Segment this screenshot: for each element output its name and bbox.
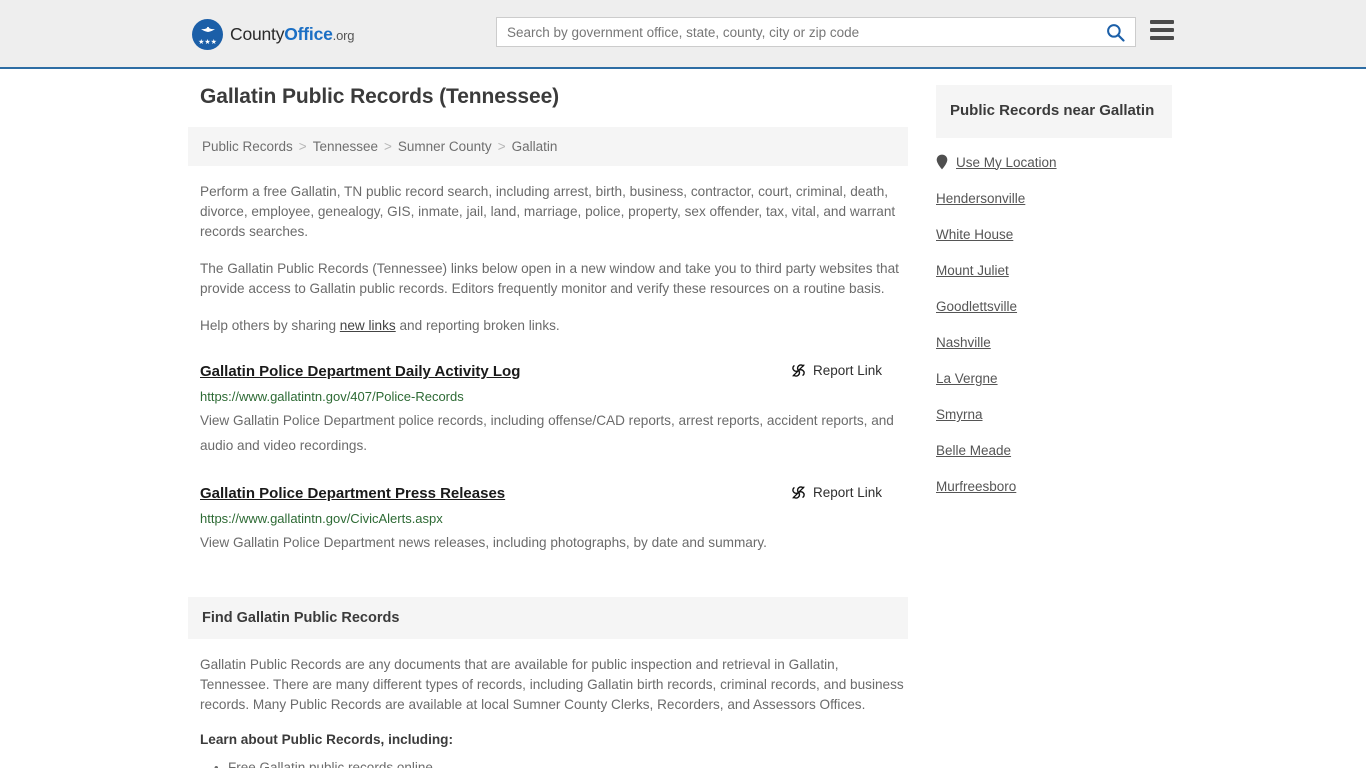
- sidebar-link[interactable]: La Vergne: [936, 371, 998, 386]
- result-description: View Gallatin Police Department police r…: [200, 413, 894, 453]
- search-button[interactable]: [1095, 18, 1135, 46]
- breadcrumb-item-public-records[interactable]: Public Records: [202, 139, 293, 154]
- hamburger-menu-icon[interactable]: [1150, 20, 1174, 40]
- new-links-link[interactable]: new links: [340, 318, 396, 333]
- report-link-label: Report Link: [812, 485, 882, 500]
- map-pin-icon: [936, 154, 948, 170]
- sidebar-link[interactable]: Goodlettsville: [936, 299, 1017, 314]
- list-item[interactable]: Free Gallatin public records online: [214, 757, 908, 768]
- sidebar-item-use-my-location[interactable]: Use My Location: [936, 154, 1172, 170]
- sidebar-item-goodlettsville[interactable]: Goodlettsville: [936, 299, 1172, 314]
- site-logo[interactable]: ★★★ CountyOffice.org: [192, 19, 354, 50]
- logo-office-text: Office: [284, 24, 333, 44]
- sidebar-link[interactable]: Hendersonville: [936, 191, 1025, 206]
- search-icon: [1106, 23, 1125, 42]
- site-header: ★★★ CountyOffice.org: [0, 0, 1366, 69]
- sidebar-item-hendersonville[interactable]: Hendersonville: [936, 191, 1172, 206]
- logo-county-text: County: [230, 24, 285, 44]
- sidebar-use-my-location-label[interactable]: Use My Location: [956, 155, 1057, 170]
- breadcrumb-item-tennessee[interactable]: Tennessee: [313, 139, 378, 154]
- result-description: View Gallatin Police Department news rel…: [200, 535, 767, 550]
- sidebar-item-la-vergne[interactable]: La Vergne: [936, 371, 1172, 386]
- page-title: Gallatin Public Records (Tennessee): [200, 85, 560, 108]
- result-title-link[interactable]: Gallatin Police Department Daily Activit…: [200, 362, 520, 382]
- stars-decoration: ★★★: [198, 39, 217, 46]
- result-header: Gallatin Police Department Daily Activit…: [200, 362, 908, 382]
- sidebar-nearby-list: Use My Location Hendersonville White Hou…: [936, 154, 1172, 495]
- sidebar-link[interactable]: White House: [936, 227, 1013, 242]
- sidebar-link[interactable]: Mount Juliet: [936, 263, 1009, 278]
- result-item: Gallatin Police Department Press Release…: [200, 484, 908, 555]
- breadcrumb-separator: >: [298, 139, 307, 154]
- find-records-body: Gallatin Public Records are any document…: [200, 657, 904, 712]
- sidebar-link[interactable]: Murfreesboro: [936, 479, 1016, 494]
- search-bar[interactable]: [496, 17, 1136, 47]
- result-url: https://www.gallatintn.gov/407/Police-Re…: [200, 389, 464, 404]
- search-input[interactable]: [497, 18, 1095, 46]
- find-records-heading: Find Gallatin Public Records: [188, 597, 908, 639]
- hamburger-bar: [1150, 28, 1174, 32]
- learn-about-heading: Learn about Public Records, including:: [200, 732, 454, 747]
- intro-paragraph-1: Perform a free Gallatin, TN public recor…: [200, 184, 896, 239]
- sidebar: Public Records near Gallatin Use My Loca…: [936, 85, 1172, 768]
- breadcrumb-separator: >: [384, 139, 392, 154]
- sidebar-item-belle-meade[interactable]: Belle Meade: [936, 443, 1172, 458]
- help-suffix-text: and reporting broken links.: [395, 318, 560, 333]
- result-header: Gallatin Police Department Press Release…: [200, 484, 908, 504]
- broken-link-icon: [792, 486, 805, 499]
- content-container: Gallatin Public Records (Tennessee) Publ…: [188, 85, 1178, 768]
- sidebar-item-white-house[interactable]: White House: [936, 227, 1172, 242]
- result-url: https://www.gallatintn.gov/CivicAlerts.a…: [200, 511, 443, 526]
- sidebar-item-smyrna[interactable]: Smyrna: [936, 407, 1172, 422]
- eagle-seal-icon: ★★★: [192, 19, 223, 50]
- result-item: Gallatin Police Department Daily Activit…: [200, 362, 908, 458]
- broken-link-icon: [792, 364, 805, 377]
- logo-org-text: .org: [332, 28, 355, 43]
- help-others-paragraph: Help others by sharing new links and rep…: [200, 316, 908, 336]
- sidebar-item-mount-juliet[interactable]: Mount Juliet: [936, 263, 1172, 278]
- sidebar-heading: Public Records near Gallatin: [936, 85, 1172, 138]
- breadcrumb-item-sumner-county[interactable]: Sumner County: [398, 139, 492, 154]
- hamburger-bar: [1150, 20, 1174, 24]
- breadcrumb: Public Records > Tennessee > Sumner County > G…: [188, 127, 908, 166]
- page-body: Gallatin Public Records (Tennessee) Publ…: [0, 69, 1366, 768]
- intro-paragraph-2: The Gallatin Public Records (Tennessee) …: [200, 261, 899, 296]
- breadcrumb-separator: >: [497, 139, 506, 154]
- breadcrumb-item-gallatin[interactable]: Gallatin: [512, 139, 558, 154]
- learn-about-list: Free Gallatin public records online: [200, 757, 908, 768]
- report-link-button[interactable]: Report Link: [791, 485, 908, 500]
- hamburger-bar: [1150, 36, 1174, 40]
- sidebar-link[interactable]: Smyrna: [936, 407, 983, 422]
- sidebar-link[interactable]: Nashville: [936, 335, 991, 350]
- report-link-label: Report Link: [812, 363, 882, 378]
- help-prefix-text: Help others by sharing: [200, 318, 340, 333]
- report-link-button[interactable]: Report Link: [791, 363, 908, 378]
- sidebar-item-nashville[interactable]: Nashville: [936, 335, 1172, 350]
- result-title-link[interactable]: Gallatin Police Department Press Release…: [200, 484, 505, 504]
- sidebar-item-murfreesboro[interactable]: Murfreesboro: [936, 479, 1172, 494]
- logo-wordmark: CountyOffice.org: [230, 24, 354, 45]
- main-column: Gallatin Public Records (Tennessee) Publ…: [188, 85, 908, 768]
- sidebar-link[interactable]: Belle Meade: [936, 443, 1011, 458]
